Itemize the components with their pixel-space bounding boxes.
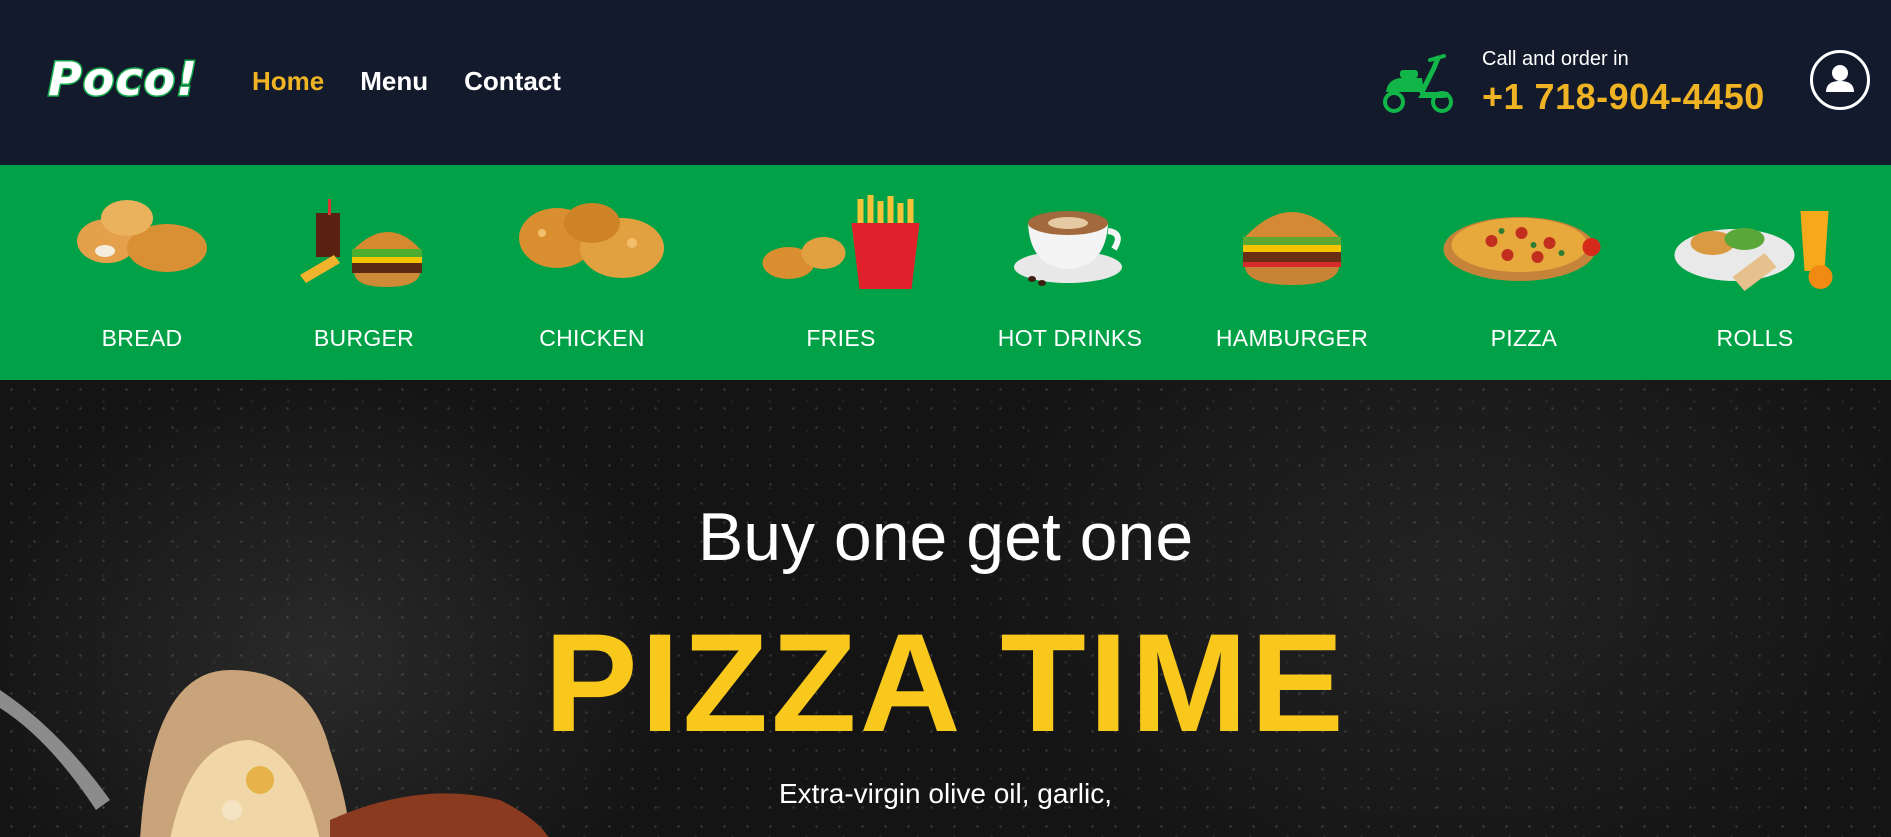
- nav-home[interactable]: Home: [252, 66, 324, 97]
- site-header: Poco! Home Menu Contact Call and order i…: [0, 0, 1891, 165]
- main-nav: Home Menu Contact: [252, 66, 561, 97]
- hero-description: Extra-virgin olive oil, garlic,: [779, 778, 1112, 809]
- category-rolls[interactable]: ROLLS: [1655, 165, 1855, 380]
- nav-menu[interactable]: Menu: [360, 66, 428, 97]
- pizza-icon: [1443, 217, 1601, 281]
- user-icon: [1826, 65, 1854, 92]
- category-label: HOT DRINKS: [997, 325, 1143, 351]
- category-fries[interactable]: FRIES: [741, 165, 941, 380]
- category-label: BREAD: [101, 325, 183, 351]
- call-label: Call and order in: [1482, 48, 1629, 70]
- nav-contact[interactable]: Contact: [464, 66, 561, 97]
- category-bread[interactable]: BREAD: [42, 165, 242, 380]
- category-label: PIZZA: [1490, 325, 1558, 351]
- category-hamburger[interactable]: HAMBURGER: [1192, 165, 1392, 380]
- category-label: ROLLS: [1716, 325, 1794, 351]
- category-label: CHICKEN: [539, 325, 645, 351]
- user-account-button[interactable]: [1810, 50, 1870, 110]
- hero-subtitle: Buy one get one: [697, 499, 1194, 575]
- category-bar: BREAD BURGER CHICKEN FRIES HOT DRINKS HA…: [0, 165, 1891, 380]
- category-hot-drinks[interactable]: HOT DRINKS: [970, 165, 1170, 380]
- category-label: FRIES: [806, 325, 876, 351]
- coffee-cup-icon: [1014, 211, 1122, 286]
- category-label: BURGER: [313, 325, 415, 351]
- category-chicken[interactable]: CHICKEN: [492, 165, 692, 380]
- fries-icon: [762, 195, 920, 289]
- nuggets-icon: [77, 200, 207, 272]
- scooter-icon: [1383, 54, 1453, 113]
- hamburger-icon: [1243, 212, 1341, 285]
- category-burger[interactable]: BURGER: [264, 165, 464, 380]
- category-pizza[interactable]: PIZZA: [1424, 165, 1624, 380]
- rolls-icon: [1674, 211, 1833, 291]
- hero-title: PIZZA TIME: [544, 604, 1347, 761]
- category-label: HAMBURGER: [1215, 325, 1369, 351]
- phone-number[interactable]: +1 718-904-4450: [1482, 76, 1765, 118]
- logo[interactable]: Poco!: [46, 51, 198, 108]
- burger-combo-icon: [300, 199, 422, 287]
- hero-banner: Buy one get one PIZZA TIME Extra-virgin …: [0, 380, 1891, 837]
- call-to-order: Call and order in +1 718-904-4450: [1378, 48, 1818, 128]
- fried-chicken-icon: [519, 203, 664, 278]
